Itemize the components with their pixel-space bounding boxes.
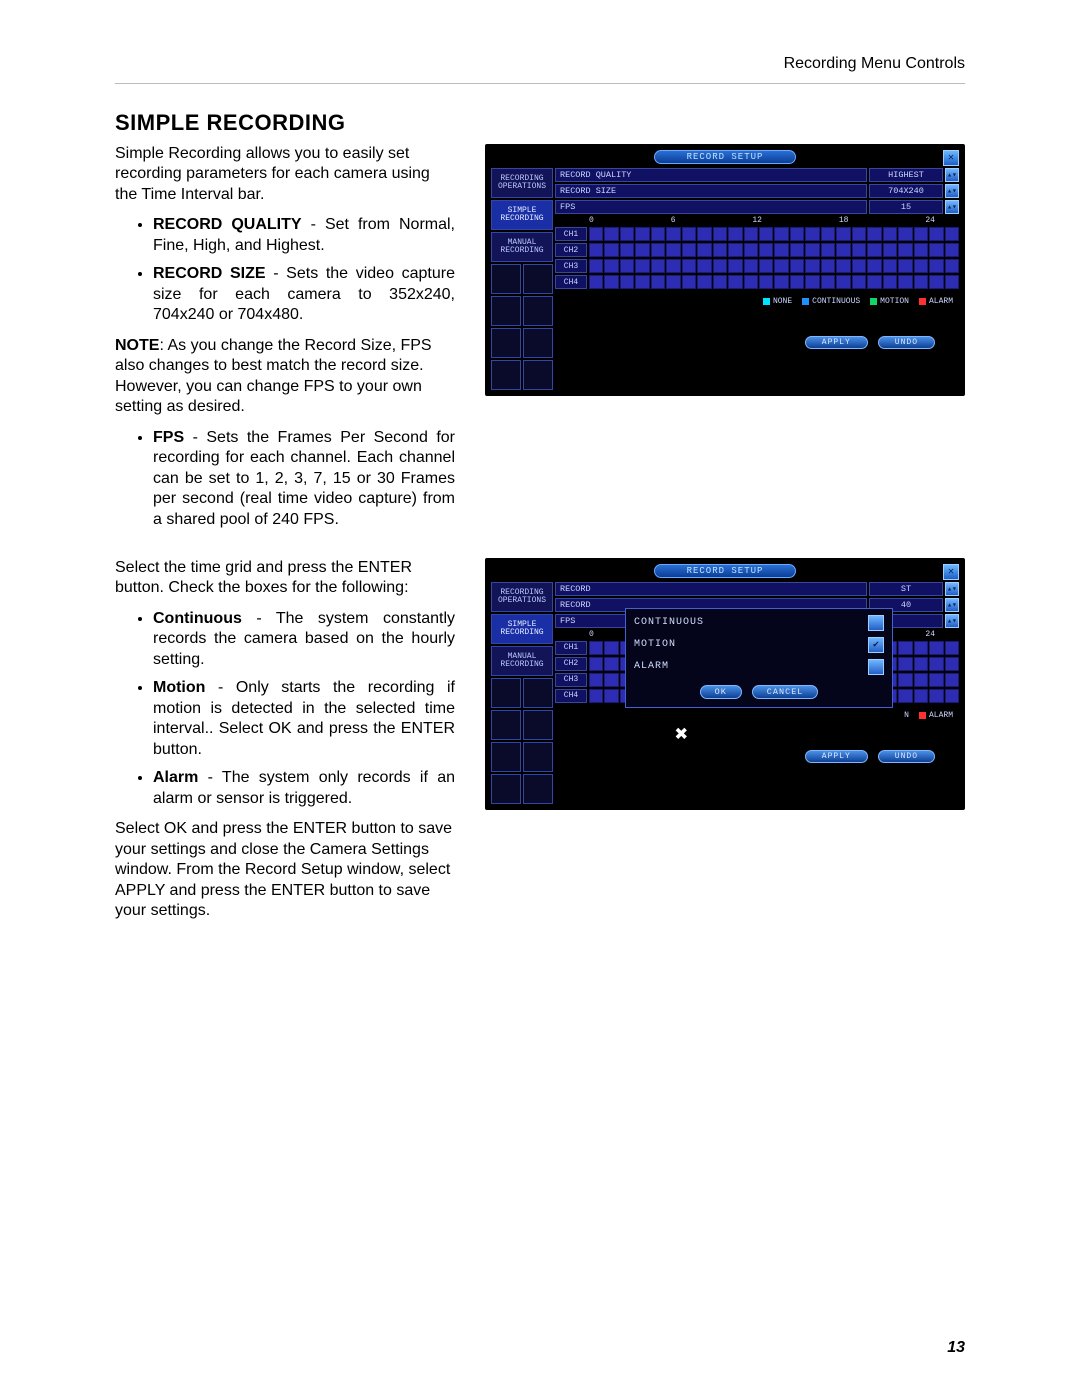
header-section-label: Recording Menu Controls [784, 55, 965, 73]
sidebar-manual-recording[interactable]: MANUAL RECORDING [491, 232, 553, 262]
legend: NONE CONTINUOUS MOTION ALARM [555, 297, 959, 306]
page-title: SIMPLE RECORDING [115, 110, 965, 136]
channel-label: CH1 [555, 641, 587, 655]
legend: N ALARM [555, 711, 959, 720]
page-number: 13 [947, 1339, 965, 1357]
channel-label: CH1 [555, 227, 587, 241]
screenshot-record-setup-simple: RECORD SETUP ✕ RECORDING OPERATIONS SIMP… [485, 144, 965, 396]
divider [115, 83, 965, 84]
channel-label: CH3 [555, 259, 587, 273]
bullet-continuous: Continuous - The system constantly recor… [153, 609, 455, 670]
option-alarm: ALARM [634, 661, 860, 672]
record-size-label: RECORD SIZE [555, 184, 867, 198]
channel-label: CH3 [555, 673, 587, 687]
record-size-value[interactable]: 704X240 [869, 184, 943, 198]
spinner-icon[interactable]: ▴▾ [945, 184, 959, 198]
channel-label: CH4 [555, 275, 587, 289]
time-grid-ch2[interactable] [589, 243, 959, 257]
record-quality-label: RECORD QUALITY [555, 168, 867, 182]
record-quality-label: RECORD [555, 582, 867, 596]
ok-button[interactable]: OK [700, 685, 742, 699]
record-quality-value[interactable]: HIGHEST [869, 168, 943, 182]
undo-button[interactable]: UNDO [878, 750, 935, 763]
close-icon[interactable]: ✕ [943, 564, 959, 580]
cancel-button[interactable]: CANCEL [752, 685, 819, 699]
paragraph-select-ok: Select OK and press the ENTER button to … [115, 819, 455, 921]
spinner-icon[interactable]: ▴▾ [945, 200, 959, 214]
cursor-icon: ✖ [675, 722, 688, 748]
time-grid-ch4[interactable] [589, 275, 959, 289]
fps-value[interactable]: 15 [869, 200, 943, 214]
sidebar-simple-recording[interactable]: SIMPLE RECORDING [491, 200, 553, 230]
motion-checkbox[interactable]: ✔ [868, 637, 884, 653]
window-title: RECORD SETUP [654, 150, 797, 164]
option-continuous: CONTINUOUS [634, 617, 860, 628]
apply-button[interactable]: APPLY [805, 336, 868, 349]
spinner-icon[interactable]: ▴▾ [945, 598, 959, 612]
channel-label: CH2 [555, 243, 587, 257]
spinner-icon[interactable]: ▴▾ [945, 582, 959, 596]
fps-label: FPS [555, 200, 867, 214]
channel-label: CH4 [555, 689, 587, 703]
spinner-icon[interactable]: ▴▾ [945, 168, 959, 182]
sidebar-simple-recording[interactable]: SIMPLE RECORDING [491, 614, 553, 644]
continuous-checkbox[interactable] [868, 615, 884, 631]
apply-button[interactable]: APPLY [805, 750, 868, 763]
time-grid-ch3[interactable] [589, 259, 959, 273]
note-paragraph: NOTE: As you change the Record Size, FPS… [115, 336, 455, 418]
undo-button[interactable]: UNDO [878, 336, 935, 349]
spinner-icon[interactable]: ▴▾ [945, 614, 959, 628]
option-motion: MOTION [634, 639, 860, 650]
sidebar-recording-operations[interactable]: RECORDING OPERATIONS [491, 582, 553, 612]
alarm-checkbox[interactable] [868, 659, 884, 675]
time-scale: 0 6 12 18 24 [555, 216, 959, 225]
bullet-motion: Motion - Only starts the recording if mo… [153, 678, 455, 760]
close-icon[interactable]: ✕ [943, 150, 959, 166]
sidebar-recording-operations[interactable]: RECORDING OPERATIONS [491, 168, 553, 198]
time-grid-ch1[interactable] [589, 227, 959, 241]
channel-label: CH2 [555, 657, 587, 671]
bullet-fps: FPS - Sets the Frames Per Second for rec… [153, 428, 455, 530]
sidebar-manual-recording[interactable]: MANUAL RECORDING [491, 646, 553, 676]
recording-mode-dialog: CONTINUOUS MOTION ✔ ALARM [625, 608, 893, 708]
bullet-record-quality: RECORD QUALITY - Set from Normal, Fine, … [153, 215, 455, 256]
record-quality-value[interactable]: ST [869, 582, 943, 596]
intro-paragraph: Simple Recording allows you to easily se… [115, 144, 455, 205]
window-title: RECORD SETUP [654, 564, 797, 578]
screenshot-record-setup-popup: RECORD SETUP ✕ RECORDING OPERATIONS SIMP… [485, 558, 965, 810]
paragraph-select-grid: Select the time grid and press the ENTER… [115, 558, 455, 599]
bullet-alarm: Alarm - The system only records if an al… [153, 768, 455, 809]
bullet-record-size: RECORD SIZE - Sets the video capture siz… [153, 264, 455, 325]
